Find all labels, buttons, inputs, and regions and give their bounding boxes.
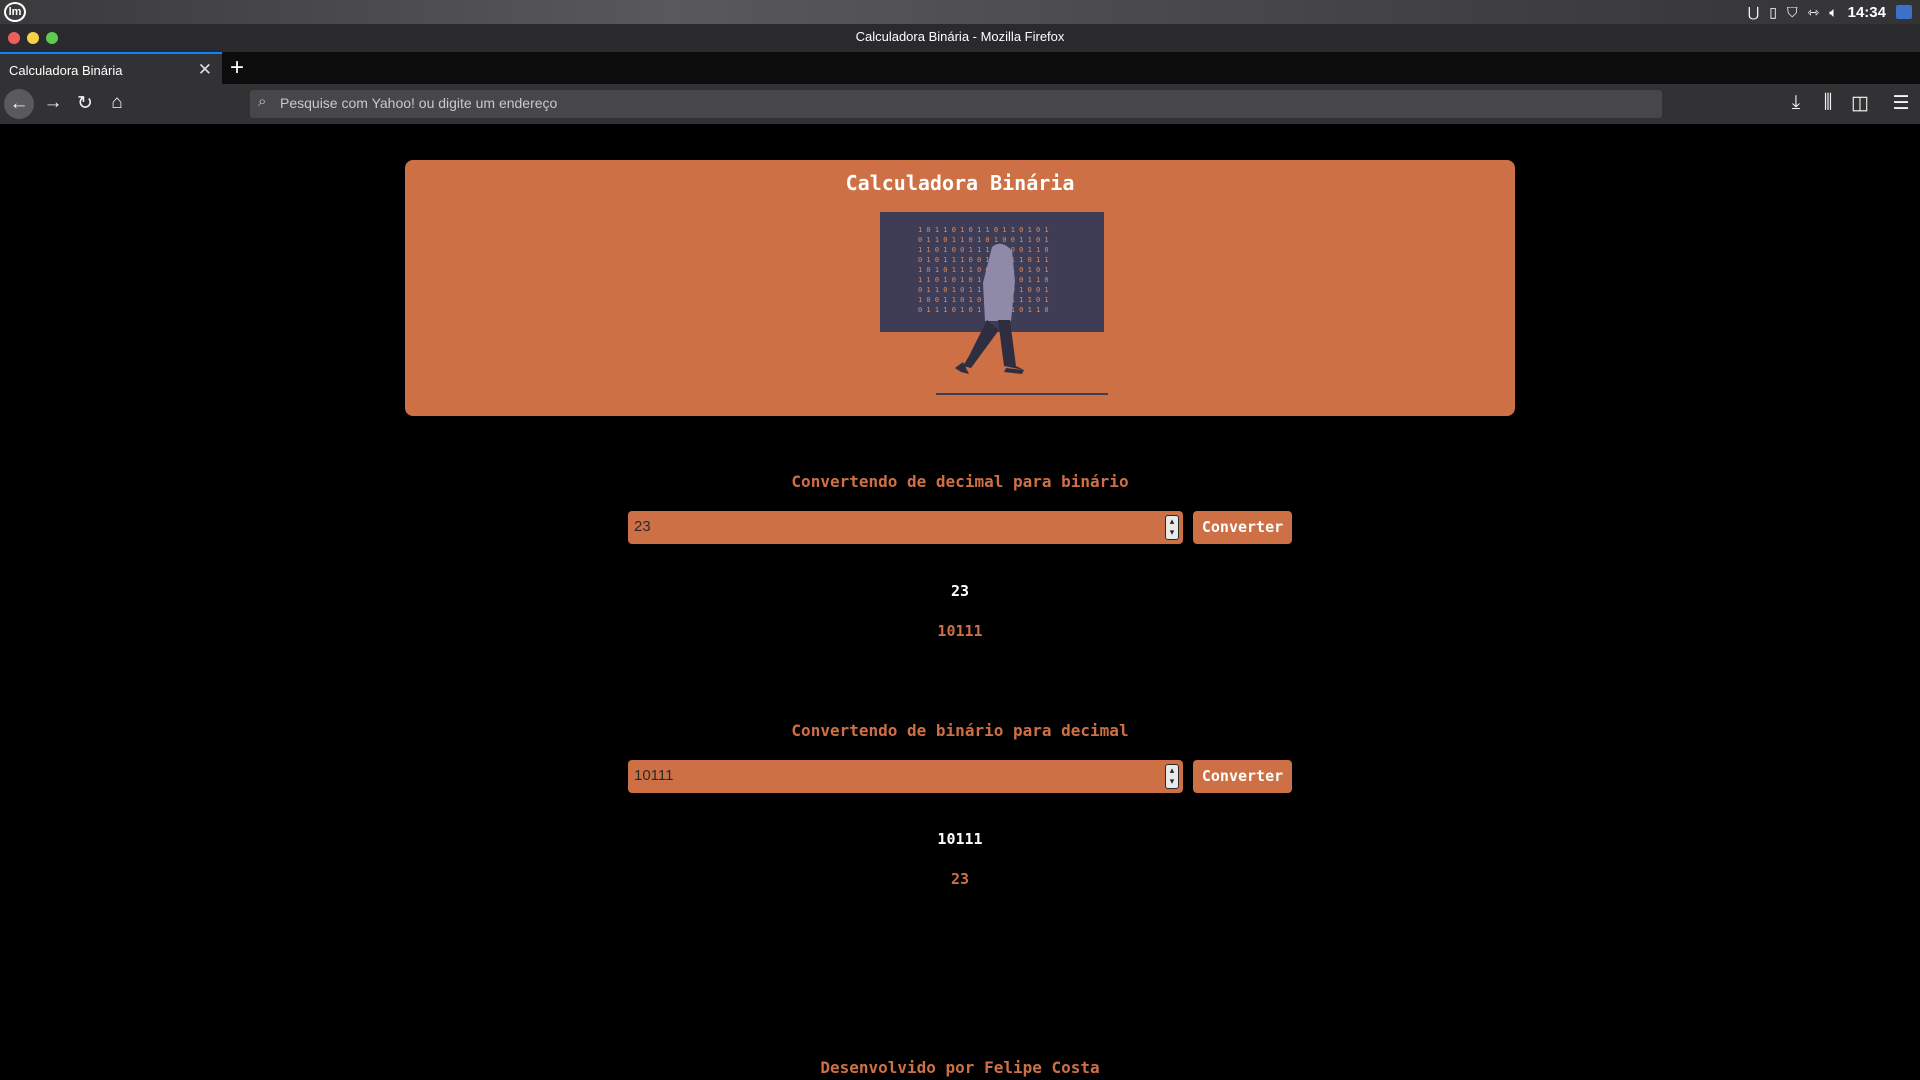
binary-input[interactable]: 10111 ▴ ▾ [628,760,1183,793]
clock[interactable]: 14:34 [1848,4,1886,21]
decimal-to-binary-heading: Convertendo de decimal para binário [791,472,1129,491]
decimal-result-input: 23 [950,582,970,600]
hero-banner: Calculadora Binária 1 0 1 1 0 1 0 1 1 0 … [405,160,1515,416]
system-tray: ⋃ ▯ ⛉ ⇿ 🔈︎ 14:34 [1748,0,1912,24]
binary-input-value: 10111 [634,767,674,784]
tab-calculadora[interactable]: Calculadora Binária ✕ [0,52,222,84]
svg-text:0 1 1 0 1 1 0 1 0 1 0 0 1 1 0: 0 1 1 0 1 1 0 1 0 1 0 0 1 1 0 1 [918,236,1049,244]
number-spinner-icon[interactable]: ▴ ▾ [1165,515,1179,540]
navigation-toolbar: ← → ↻ ⌂ ⌕ Pesquise com Yahoo! ou digite … [0,84,1920,124]
hacker-illustration: 1 0 1 1 0 1 0 1 1 0 1 1 0 1 0 1 0 1 1 0 … [880,212,1108,395]
window-titlebar: Calculadora Binária - Mozilla Firefox [0,24,1920,52]
convert-binary-button[interactable]: Converter [1193,760,1292,793]
binary-result-input: 10111 [937,830,983,848]
close-tab-icon[interactable]: ✕ [198,60,212,80]
os-top-panel: lm ⋃ ▯ ⛉ ⇿ 🔈︎ 14:34 [0,0,1920,24]
svg-text:1 0 1 1 0 1 0 1 1 0 1 1 0 1 0: 1 0 1 1 0 1 0 1 1 0 1 1 0 1 0 1 [918,226,1049,234]
mint-menu-icon[interactable]: lm [4,2,26,22]
number-spinner-icon[interactable]: ▴ ▾ [1165,764,1179,789]
new-tab-button[interactable]: + [230,54,244,82]
clipboard-icon[interactable]: ▯ [1769,4,1777,21]
forward-button[interactable]: → [40,92,66,114]
tab-title: Calculadora Binária [9,63,123,78]
downloads-button[interactable]: ⤓ [1783,92,1809,114]
svg-text:1 0 1 0 1 1 1 0 0 1 1 1 0 1 0: 1 0 1 0 1 1 1 0 0 1 1 1 0 1 0 1 [918,266,1049,274]
svg-text:0 1 1 1 0 1 0 1 0 0 1 1 0 1 1: 0 1 1 1 0 1 0 1 0 0 1 1 0 1 1 0 [918,306,1049,314]
network-icon[interactable]: ⇿ [1807,4,1819,21]
home-button[interactable]: ⌂ [104,92,130,114]
svg-text:1 0 0 1 1 0 1 0 1 1 0 1 1 1 0: 1 0 0 1 1 0 1 0 1 1 0 1 1 1 0 1 [918,296,1049,304]
binary-result-output: 23 [950,870,970,888]
library-button[interactable]: ⫼ [1815,92,1841,114]
page-title: Calculadora Binária [845,171,1075,195]
search-icon: ⌕ [258,93,267,110]
page-content: Calculadora Binária 1 0 1 1 0 1 0 1 1 0 … [0,124,1920,1080]
footer-credit: Desenvolvido por Felipe Costa [820,1058,1100,1077]
window-title: Calculadora Binária - Mozilla Firefox [855,29,1065,44]
sidebar-button[interactable]: ◫ [1847,92,1873,115]
decimal-result-output: 10111 [937,622,983,640]
shield-icon[interactable]: ⛉ [1787,4,1798,21]
close-window-button[interactable] [8,32,20,44]
decimal-input-value: 23 [634,518,651,535]
maximize-window-button[interactable] [46,32,58,44]
minimize-window-button[interactable] [27,32,39,44]
back-button[interactable]: ← [4,89,34,119]
volume-icon[interactable]: 🔈︎ [1829,4,1837,21]
url-bar[interactable]: ⌕ Pesquise com Yahoo! ou digite um ender… [250,90,1662,118]
convert-decimal-button[interactable]: Converter [1193,511,1292,544]
decimal-input[interactable]: 23 ▴ ▾ [628,511,1183,544]
svg-text:0 1 0 1 1 1 0 0 1 1 0 1 1 0 1: 0 1 0 1 1 1 0 0 1 1 0 1 1 0 1 1 [918,256,1049,264]
tray-u-icon[interactable]: ⋃ [1748,4,1759,21]
mint-logo-text: lm [8,6,22,18]
svg-text:1 1 0 1 0 0 1 1 1 0 1 0 0 1 1: 1 1 0 1 0 0 1 1 1 0 1 0 0 1 1 0 [918,246,1049,254]
reload-button[interactable]: ↻ [72,92,98,115]
url-placeholder: Pesquise com Yahoo! ou digite um endereç… [280,95,558,111]
workspace-icon[interactable] [1896,5,1912,19]
menu-button[interactable]: ☰ [1888,92,1914,115]
binary-to-decimal-heading: Convertendo de binário para decimal [791,721,1129,740]
tab-bar: Calculadora Binária ✕ + [0,52,1920,84]
